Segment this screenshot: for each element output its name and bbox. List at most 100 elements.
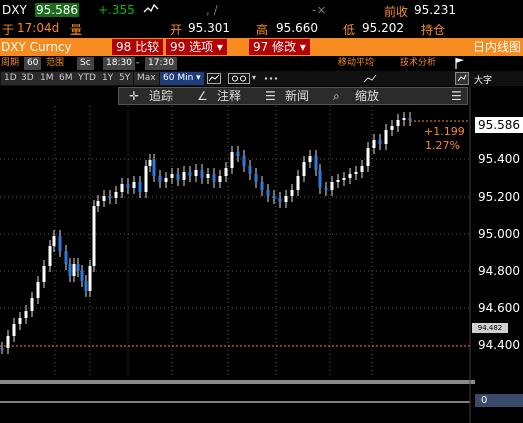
candle-body [188, 172, 192, 176]
candle-body [324, 188, 328, 190]
annotate-icon[interactable]: ∠ [197, 88, 208, 104]
chart-toolbar: ✛ 追踪 ∠ 注释 ☰ 新闻 ⌕ 缩放 ☰ [118, 87, 468, 105]
candle-body [318, 170, 322, 188]
lower-panel-value: 0 [475, 394, 523, 407]
candle-body [170, 174, 174, 178]
candle-body [284, 196, 288, 202]
candle-body [396, 120, 400, 126]
compare-button[interactable]: 98 比较 [112, 39, 164, 55]
period-1d[interactable]: 1D [1, 72, 20, 85]
range-value[interactable]: Sc [77, 57, 94, 70]
interval-select[interactable]: 60 Min ▾ [160, 72, 204, 85]
period-1y[interactable]: 1Y [99, 72, 117, 85]
candle-body [30, 298, 34, 311]
y-tick: 95.400 [478, 152, 520, 166]
moving-average-toggle[interactable]: 移动平均 [338, 57, 374, 70]
prev-close-value: 95.231 [414, 3, 456, 17]
candle-body [360, 166, 364, 172]
dash-separator-icon: -× [312, 3, 327, 17]
candle-body [36, 282, 40, 298]
large-font-label[interactable]: 大字 [474, 73, 492, 86]
quote-row-top: DXY 95.586 +.355 , / -× 前收 95.231 [0, 0, 523, 19]
security-name[interactable]: DXY Curncy [1, 38, 72, 56]
candle-body [120, 184, 124, 192]
candle-body [126, 184, 130, 188]
flag-icon[interactable] [455, 57, 465, 70]
candle-body [96, 201, 100, 206]
period-6m[interactable]: 6M [56, 72, 76, 85]
change-value: +.355 [98, 3, 135, 17]
toolbar-menu-icon[interactable]: ☰ [451, 88, 462, 104]
candle-body [64, 251, 68, 264]
time-separator: - [136, 58, 140, 68]
ticker[interactable]: DXY [2, 3, 27, 17]
news-icon[interactable]: ☰ [265, 88, 276, 104]
candle-body [24, 311, 28, 318]
quote-time: 17:04d [17, 21, 60, 35]
candle-body [182, 172, 186, 180]
candle-body [302, 162, 306, 176]
candle-body [84, 281, 88, 291]
change-annotation: +1.199 [424, 125, 465, 138]
panel-divider[interactable] [0, 380, 475, 384]
candle-body [218, 176, 222, 182]
candle-body [138, 182, 142, 192]
sparkline-icon [143, 2, 159, 19]
time-to[interactable]: 17:30 [145, 57, 177, 70]
y-tick: 94.800 [478, 264, 520, 278]
candle-body [348, 174, 352, 178]
candle-body [102, 196, 106, 201]
last-price-tag: 95.586 [475, 117, 523, 133]
chart-style-icon[interactable] [228, 73, 250, 87]
candle-body [176, 174, 180, 180]
volume-label: 量 [70, 23, 83, 37]
candle-body [42, 266, 46, 282]
candle-body [230, 152, 234, 168]
range-label: 范围 [46, 58, 65, 68]
sparkline-separator-icon: , / [206, 3, 218, 17]
candle-body [260, 182, 264, 190]
price-chart[interactable]: ✛ 追踪 ∠ 注释 ☰ 新闻 ⌕ 缩放 ☰ 95.400 95.200 95.0… [0, 86, 523, 423]
period-5y[interactable]: 5Y [116, 72, 134, 85]
time-prefix: 于 [2, 23, 15, 37]
zoom-button[interactable]: 缩放 [355, 88, 379, 104]
candle-body [144, 166, 148, 192]
candle-body [200, 170, 204, 178]
options-button[interactable]: 99 选项 ▾ [166, 39, 227, 55]
more-options-icon[interactable] [264, 74, 278, 86]
candle-body [158, 176, 162, 182]
candle-body [236, 152, 240, 156]
candle-body [58, 236, 62, 251]
period-1m[interactable]: 1M [37, 72, 57, 85]
candle-body [88, 266, 92, 291]
time-from[interactable]: 18:30 [103, 57, 135, 70]
change-pct-annotation: 1.27% [425, 139, 460, 152]
candle-body [366, 148, 370, 166]
prev-close-label: 前收 [384, 5, 409, 19]
candle-body [48, 246, 52, 266]
period-value[interactable]: 60 [24, 57, 42, 70]
candle-body [72, 264, 76, 276]
candle-body [52, 236, 56, 246]
news-button[interactable]: 新闻 [285, 88, 309, 104]
chart-style-dropdown-icon[interactable]: ▾ [252, 73, 256, 82]
edit-button[interactable]: 97 修改 ▾ [249, 39, 310, 55]
line-chart-icon[interactable] [207, 73, 221, 87]
period-3d[interactable]: 3D [18, 72, 37, 85]
annotate-button[interactable]: 注释 [217, 88, 241, 104]
candle-body [266, 190, 270, 196]
candle-body [408, 118, 412, 120]
studies-button[interactable]: 技术分析 [400, 57, 436, 70]
period-max[interactable]: Max [134, 72, 159, 85]
candle-body [212, 174, 216, 182]
candle-body [12, 324, 16, 336]
track-button[interactable]: 追踪 [149, 88, 173, 104]
period-ytd[interactable]: YTD [75, 72, 99, 85]
candle-body [148, 160, 152, 166]
y-tick: 94.400 [478, 338, 520, 352]
zoom-icon[interactable]: ⌕ [333, 88, 340, 104]
candle-body [206, 174, 210, 178]
track-icon[interactable]: ✛ [129, 88, 139, 104]
volume-chart-icon[interactable] [363, 73, 377, 87]
candle-body [0, 348, 4, 350]
